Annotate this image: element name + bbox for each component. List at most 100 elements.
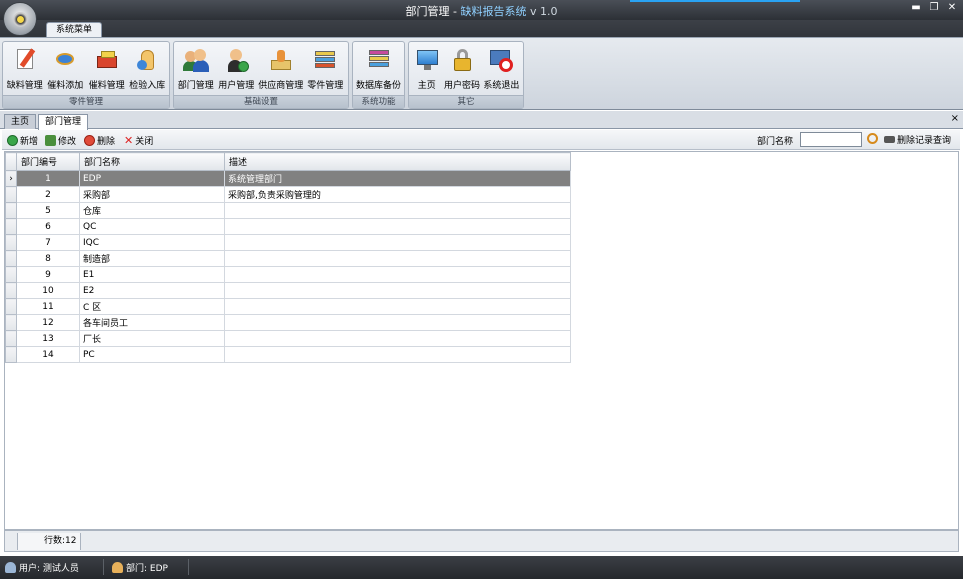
cell-id[interactable]: 11 — [16, 298, 80, 315]
cell-description[interactable] — [224, 266, 571, 283]
user-management-button[interactable]: 用户管理 — [216, 44, 258, 95]
table-row[interactable]: 10 E2 — [5, 282, 571, 299]
table-row[interactable]: 11 C 区 — [5, 298, 571, 315]
cell-description[interactable] — [224, 298, 571, 315]
table-row[interactable]: 8 制造部 — [5, 250, 571, 267]
cell-description[interactable] — [224, 330, 571, 347]
cell-name[interactable]: IQC — [79, 234, 225, 251]
cell-name[interactable]: E1 — [79, 266, 225, 283]
application-orb-button[interactable] — [3, 2, 37, 36]
window-controls: ▬ ❐ ✕ — [909, 1, 959, 15]
row-selector[interactable] — [5, 314, 17, 331]
cell-description[interactable] — [224, 346, 571, 363]
cell-name[interactable]: 厂长 — [79, 330, 225, 347]
cell-id[interactable]: 13 — [16, 330, 80, 347]
cell-description[interactable] — [224, 282, 571, 299]
cell-name[interactable]: QC — [79, 218, 225, 235]
ribbon-tab-row — [0, 20, 963, 38]
row-selector[interactable] — [5, 250, 17, 267]
tab-department-management[interactable]: 部门管理 — [38, 114, 89, 130]
row-selector[interactable] — [5, 202, 17, 219]
row-selector[interactable] — [5, 186, 17, 203]
supplier-management-button[interactable]: 供应商管理 — [257, 44, 304, 95]
row-selector[interactable] — [5, 218, 17, 235]
cell-description[interactable] — [224, 202, 571, 219]
cell-description[interactable] — [224, 314, 571, 331]
cell-name[interactable]: 制造部 — [79, 250, 225, 267]
department-grid: 部门编号 部门名称 描述 › 1 EDP 系统管理部门 2 采购部 采购部,负责采购管理的 5… — [4, 151, 959, 530]
row-selector[interactable] — [5, 298, 17, 315]
close-window-button[interactable]: ✕ — [945, 1, 959, 15]
cell-name[interactable]: EDP — [79, 170, 225, 187]
cell-description[interactable] — [224, 234, 571, 251]
tab-home[interactable]: 主页 — [4, 114, 37, 129]
department-management-button[interactable]: 部门管理 — [176, 44, 216, 95]
department-name-search-input[interactable] — [800, 132, 862, 147]
column-header-id[interactable]: 部门编号 — [16, 152, 80, 171]
delete-button[interactable]: 删除 — [84, 133, 115, 147]
clear-query-button[interactable]: 删除记录查询 — [884, 133, 951, 146]
close-tab-icon[interactable]: × — [951, 113, 959, 124]
add-button[interactable]: 新增 — [7, 133, 38, 147]
table-row[interactable]: 6 QC — [5, 218, 571, 235]
cell-description[interactable]: 采购部,负责采购管理的 — [224, 186, 571, 203]
cell-description[interactable] — [224, 218, 571, 235]
table-row[interactable]: 13 厂长 — [5, 330, 571, 347]
database-backup-button[interactable]: 数据库备份 — [355, 44, 402, 95]
table-row[interactable]: 9 E1 — [5, 266, 571, 283]
cell-name[interactable]: 仓库 — [79, 202, 225, 219]
cell-name[interactable]: C 区 — [79, 298, 225, 315]
table-row[interactable]: 5 仓库 — [5, 202, 571, 219]
status-bar: 用户: 测试人员 部门: EDP — [0, 556, 963, 579]
table-row[interactable]: 2 采购部 采购部,负责采购管理的 — [5, 186, 571, 203]
row-selector[interactable] — [5, 346, 17, 363]
row-selector[interactable] — [5, 266, 17, 283]
row-selector[interactable] — [5, 282, 17, 299]
row-selector[interactable] — [5, 330, 17, 347]
cell-name[interactable]: 采购部 — [79, 186, 225, 203]
row-selector[interactable] — [5, 234, 17, 251]
column-header-name[interactable]: 部门名称 — [79, 152, 225, 171]
column-header-description[interactable]: 描述 — [224, 152, 571, 171]
cell-id[interactable]: 7 — [16, 234, 80, 251]
cell-id[interactable]: 12 — [16, 314, 80, 331]
edit-button[interactable]: 修改 — [45, 133, 76, 147]
restore-button[interactable]: ❐ — [927, 1, 941, 15]
ribbon-tab-system-menu[interactable]: 系统菜单 — [46, 22, 102, 38]
cell-description[interactable]: 系统管理部门 — [224, 170, 571, 187]
table-row[interactable]: 14 PC — [5, 346, 571, 363]
system-exit-button[interactable]: 系统退出 — [482, 44, 521, 95]
parts-management-button[interactable]: 零件管理 — [304, 44, 346, 95]
minimize-button[interactable]: ▬ — [909, 1, 923, 15]
cell-name[interactable]: PC — [79, 346, 225, 363]
monitor-icon — [413, 46, 441, 74]
database-stack-icon — [365, 46, 393, 74]
cell-id[interactable]: 8 — [16, 250, 80, 267]
home-button[interactable]: 主页 — [411, 44, 442, 95]
cell-id[interactable]: 14 — [16, 346, 80, 363]
cell-id[interactable]: 2 — [16, 186, 80, 203]
row-selector[interactable]: › — [5, 170, 17, 187]
urge-add-button[interactable]: 催料添加 — [45, 44, 86, 95]
user-icon — [5, 562, 16, 573]
cell-name[interactable]: E2 — [79, 282, 225, 299]
table-row[interactable]: › 1 EDP 系统管理部门 — [5, 170, 571, 187]
user-password-button[interactable]: 用户密码 — [442, 44, 481, 95]
cell-id[interactable]: 5 — [16, 202, 80, 219]
cell-id[interactable]: 10 — [16, 282, 80, 299]
search-icon[interactable] — [867, 133, 878, 144]
table-row[interactable]: 12 各车间员工 — [5, 314, 571, 331]
inspection-storage-button[interactable]: 检验入库 — [127, 44, 167, 95]
shortage-management-button[interactable]: 缺料管理 — [5, 44, 45, 95]
cell-id[interactable]: 9 — [16, 266, 80, 283]
close-button[interactable]: ✕ 关闭 — [124, 133, 153, 147]
cell-description[interactable] — [224, 250, 571, 267]
orb-icon — [13, 12, 28, 27]
cell-id[interactable]: 6 — [16, 218, 80, 235]
table-row[interactable]: 7 IQC — [5, 234, 571, 251]
cell-name[interactable]: 各车间员工 — [79, 314, 225, 331]
cell-id[interactable]: 1 — [16, 170, 80, 187]
ribbon-group-label: 其它 — [409, 95, 523, 108]
urge-management-button[interactable]: 催料管理 — [86, 44, 127, 95]
grid-body: › 1 EDP 系统管理部门 2 采购部 采购部,负责采购管理的 5 仓库 6 QC 7 IQC 8 制造部… — [5, 170, 571, 363]
